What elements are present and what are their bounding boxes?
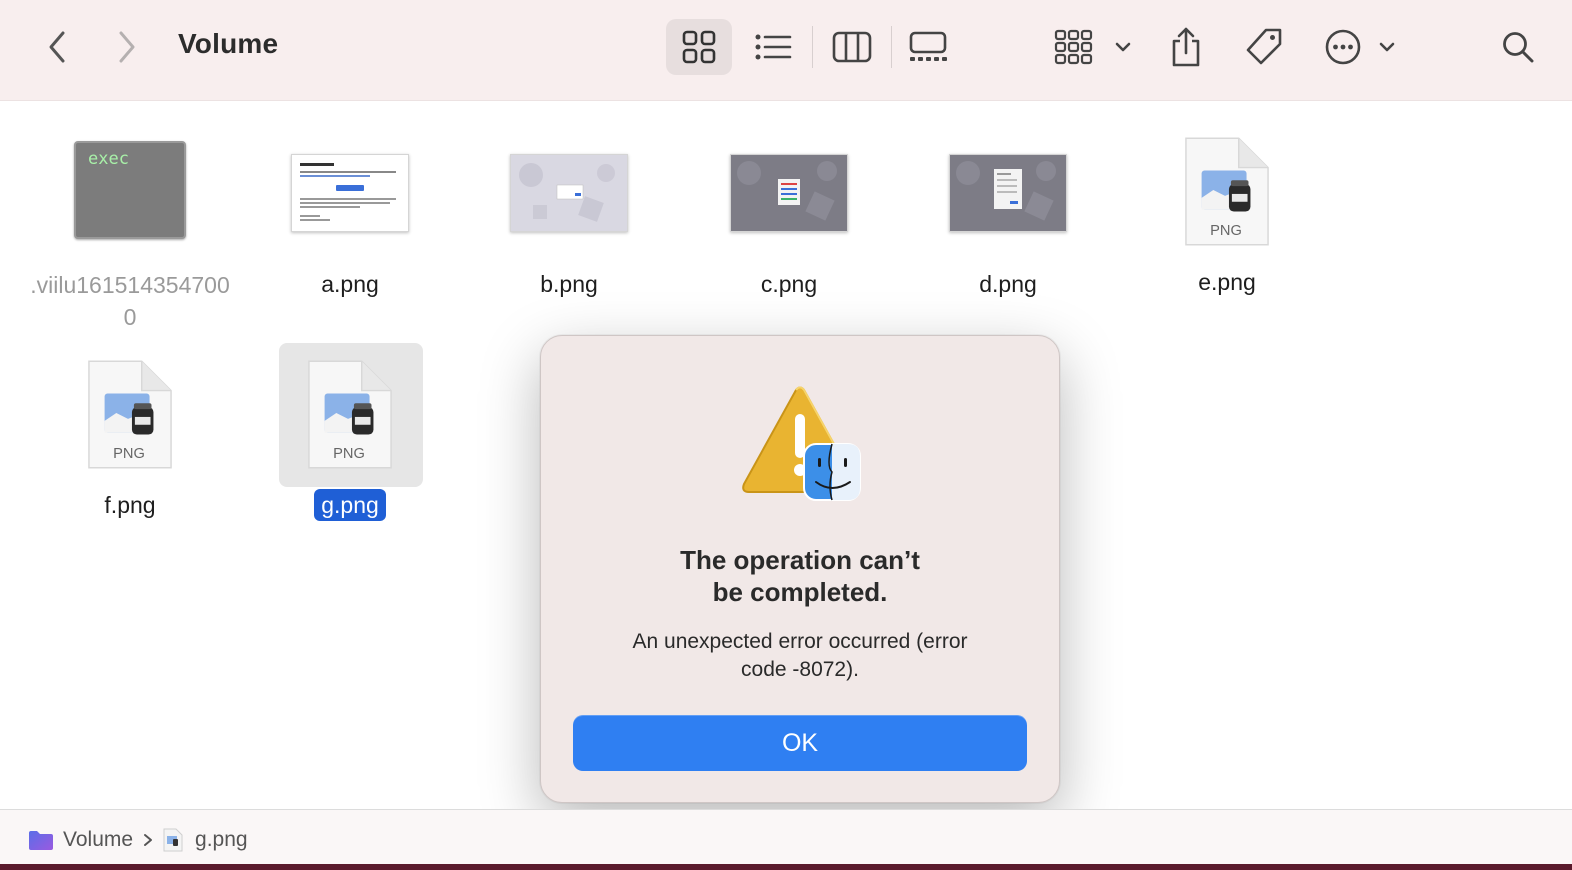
dialog-title-line: The operation can’t — [680, 545, 920, 575]
gallery-view-button[interactable] — [902, 19, 954, 75]
chevron-down-icon — [1379, 42, 1395, 52]
columns-icon — [832, 31, 872, 63]
file-item[interactable]: b.png — [459, 150, 679, 300]
screenshot-thumbnail-icon — [949, 154, 1067, 232]
breadcrumb-folder[interactable]: Volume — [28, 828, 133, 852]
warning-finder-icon — [742, 386, 861, 501]
toolbar-divider — [891, 26, 892, 68]
group-grid-icon — [1054, 29, 1093, 65]
screenshot-thumbnail-icon — [730, 154, 848, 232]
file-name: c.png — [760, 271, 818, 297]
grid-icon — [682, 30, 716, 64]
group-by-button[interactable] — [1054, 19, 1132, 75]
window-title: Volume — [178, 28, 279, 59]
png-icon-label: PNG — [113, 446, 145, 462]
png-file-icon — [163, 828, 183, 851]
png-file-icon: PNG — [308, 360, 392, 469]
png-icon-label: PNG — [333, 446, 365, 462]
png-file-icon: PNG — [88, 360, 172, 469]
chevron-right-icon — [119, 31, 135, 63]
file-item[interactable]: PNG f.png — [20, 358, 240, 521]
dialog-title-line: be completed. — [712, 577, 888, 607]
column-view-button[interactable] — [826, 19, 878, 75]
dialog-message: An unexpected error occurred (error code… — [591, 628, 1009, 684]
ellipsis-circle-icon — [1325, 29, 1361, 65]
gallery-icon — [909, 31, 947, 61]
png-icon-label: PNG — [1210, 223, 1242, 239]
breadcrumb-label: g.png — [195, 827, 248, 851]
file-item[interactable]: c.png — [679, 150, 899, 300]
file-item[interactable]: PNG e.png — [1117, 135, 1337, 298]
png-file-icon: PNG — [1185, 137, 1269, 246]
chevron-right-icon — [144, 833, 153, 846]
chevron-down-icon — [1115, 42, 1131, 52]
toolbar: Volume — [0, 0, 1572, 101]
more-actions-button[interactable] — [1322, 19, 1398, 75]
file-item[interactable]: a.png — [240, 150, 460, 300]
exec-label: exec — [88, 149, 129, 169]
search-icon — [1503, 32, 1534, 63]
dialog-title: The operation can’t be completed. — [541, 544, 1059, 608]
folder-icon — [29, 830, 53, 850]
file-name: .viilu1615143547000 — [30, 272, 230, 330]
document-thumbnail-icon — [291, 154, 409, 232]
exec-file-icon: exec — [74, 141, 186, 239]
list-icon — [755, 34, 792, 60]
toolbar-divider — [812, 26, 813, 68]
tags-button[interactable] — [1240, 19, 1288, 75]
file-name: d.png — [979, 271, 1037, 297]
list-view-button[interactable] — [748, 19, 798, 75]
error-alert-dialog: The operation can’t be completed. An une… — [540, 335, 1060, 803]
dialog-message-line: code -8072). — [741, 658, 859, 681]
share-icon — [1172, 27, 1200, 67]
search-button[interactable] — [1496, 24, 1540, 70]
file-item[interactable]: exec .viilu1615143547000 — [20, 141, 240, 333]
file-name: e.png — [1198, 269, 1256, 295]
chevron-left-icon — [49, 31, 65, 63]
file-name: f.png — [104, 492, 156, 518]
path-bar: Volume g.png — [0, 809, 1572, 869]
back-button[interactable] — [40, 28, 74, 66]
icon-view-button[interactable] — [666, 19, 732, 75]
screenshot-thumbnail-icon — [510, 154, 628, 232]
desktop-background-strip — [0, 864, 1572, 870]
share-button[interactable] — [1164, 19, 1208, 75]
file-name: g.png — [314, 489, 386, 521]
file-name: b.png — [540, 271, 598, 297]
file-item[interactable]: d.png — [898, 150, 1118, 300]
ok-button[interactable]: OK — [573, 715, 1027, 771]
breadcrumb-file[interactable]: g.png — [163, 828, 248, 852]
file-item-selected[interactable]: PNG g.png — [240, 358, 460, 521]
breadcrumb-label: Volume — [63, 827, 134, 851]
tag-icon — [1246, 28, 1282, 65]
dialog-message-line: An unexpected error occurred (error — [632, 630, 968, 653]
forward-button[interactable] — [110, 28, 144, 66]
file-name: a.png — [321, 271, 379, 297]
